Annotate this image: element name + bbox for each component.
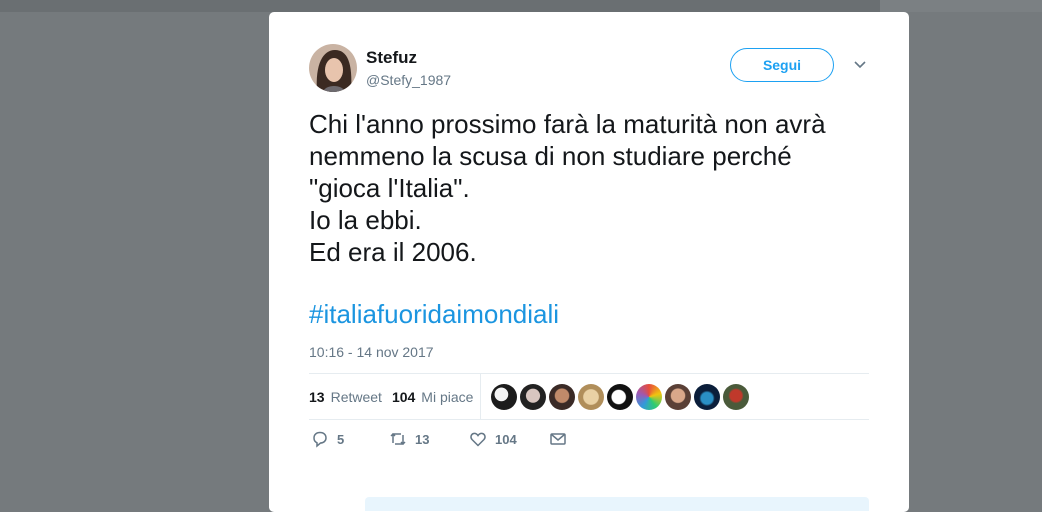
divider xyxy=(309,419,869,420)
liker-avatar[interactable] xyxy=(694,384,720,410)
background-panel xyxy=(880,0,1042,12)
direct-message-button[interactable] xyxy=(549,430,575,448)
tweet-text-line: Chi l'anno prossimo farà la maturità non… xyxy=(309,109,826,139)
liker-avatar[interactable] xyxy=(520,384,546,410)
background-strip xyxy=(0,0,1042,12)
follow-button[interactable]: Segui xyxy=(730,48,834,82)
reply-count: 5 xyxy=(337,431,345,447)
tweet-text-line: nemmeno la scusa di non studiare perché xyxy=(309,141,792,171)
tweet-text-line: Io la ebbi. xyxy=(309,205,422,235)
tweet-text: Chi l'anno prossimo farà la maturità non… xyxy=(309,108,869,268)
tweet-text-line: "gioca l'Italia". xyxy=(309,173,470,203)
liker-avatar[interactable] xyxy=(549,384,575,410)
retweet-stat[interactable]: 13 Retweet xyxy=(309,389,382,405)
tweet-card: Stefuz @Stefy_1987 Segui Chi l'anno pros… xyxy=(269,12,909,512)
like-action-count: 104 xyxy=(495,431,517,447)
reply-box-edge xyxy=(365,497,869,511)
likes-stat[interactable]: 104 Mi piace xyxy=(392,389,474,405)
liker-avatar[interactable] xyxy=(636,384,662,410)
timestamp[interactable]: 10:16 - 14 nov 2017 xyxy=(309,344,434,360)
stats-bar: 13 Retweet 104 Mi piace xyxy=(309,374,869,419)
heart-icon xyxy=(470,432,486,447)
user-handle[interactable]: @Stefy_1987 xyxy=(366,72,451,88)
like-button[interactable]: 104 xyxy=(469,430,517,448)
avatar[interactable] xyxy=(309,44,357,92)
likes-label: Mi piace xyxy=(421,388,474,405)
liker-avatar[interactable] xyxy=(578,384,604,410)
tweet-text-line: Ed era il 2006. xyxy=(309,237,477,267)
liker-avatar[interactable] xyxy=(491,384,517,410)
reply-button[interactable]: 5 xyxy=(311,430,344,448)
retweet-action-count: 13 xyxy=(415,431,430,447)
message-icon xyxy=(550,433,566,445)
user-name[interactable]: Stefuz xyxy=(366,48,417,68)
action-bar: 5 13 104 xyxy=(309,430,869,460)
liker-avatar[interactable] xyxy=(665,384,691,410)
retweet-button[interactable]: 13 xyxy=(389,430,429,448)
liker-avatars xyxy=(491,384,752,410)
liker-avatar[interactable] xyxy=(723,384,749,410)
retweet-count: 13 xyxy=(309,388,325,405)
liker-avatar[interactable] xyxy=(607,384,633,410)
stats-separator xyxy=(480,374,481,419)
reply-icon xyxy=(313,431,327,448)
hashtag-link[interactable]: #italiafuoridaimondiali xyxy=(309,298,559,330)
chevron-down-icon[interactable] xyxy=(853,60,867,70)
retweet-label: Retweet xyxy=(330,388,382,405)
likes-count: 104 xyxy=(391,388,416,405)
retweet-icon xyxy=(390,432,406,446)
